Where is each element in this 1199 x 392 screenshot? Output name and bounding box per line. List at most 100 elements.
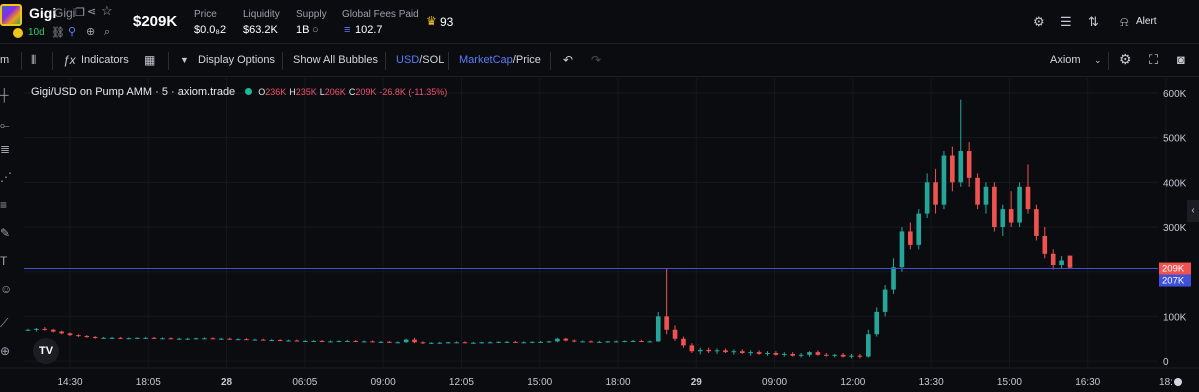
show-all-bubbles-button[interactable]: Show All Bubbles [293, 54, 378, 66]
currency-toggle[interactable]: USD/SOL [396, 54, 444, 66]
candle-body [353, 340, 359, 342]
candle-body [286, 340, 291, 342]
holders-count: 93 [440, 15, 454, 29]
candle-body [899, 231, 905, 268]
candle-body [185, 338, 190, 340]
horizontal-lines-icon[interactable]: ≣ [0, 142, 14, 156]
undo-icon[interactable]: ↶ [563, 53, 573, 67]
price-value: $0.0₈2 [194, 24, 227, 36]
emoji-icon[interactable]: ☺ [0, 282, 14, 296]
candle-body [1000, 209, 1006, 227]
candle-body [874, 311, 880, 335]
share-icon[interactable]: ⋖ [87, 6, 96, 18]
zoom-icon[interactable]: ⊕ [0, 344, 14, 358]
crosshair-icon[interactable]: ┼ [0, 88, 14, 102]
candle-body [681, 338, 686, 346]
price-line-label: 207K [1162, 276, 1185, 287]
chart-canvas[interactable]: 600K500K400K300K200K100K014:3018:052806:… [0, 78, 1199, 392]
candle-body [403, 339, 409, 343]
timeframe-button[interactable]: m [0, 54, 9, 66]
candle-body [361, 341, 367, 343]
y-tick-label: 500K [1163, 134, 1187, 145]
caret-down-icon[interactable]: ▼ [180, 55, 189, 65]
marketcap-option[interactable]: MarketCap [459, 54, 513, 66]
redo-icon[interactable]: ↷ [591, 53, 601, 67]
candle-body [1050, 253, 1056, 265]
brush-icon[interactable]: ✎ [0, 226, 14, 240]
tradingview-logo[interactable]: TV [33, 338, 59, 364]
candle-body [807, 352, 812, 355]
globe-icon[interactable]: ⊕ [86, 26, 95, 38]
sol-option[interactable]: SOL [422, 54, 444, 66]
chevron-down-icon[interactable]: ⌄ [1094, 55, 1102, 66]
indicators-button[interactable]: Indicators [81, 54, 129, 66]
candle-body [210, 338, 216, 340]
bell-icon[interactable]: ⍾ [1120, 14, 1129, 30]
pattern-icon[interactable]: ⋰ [0, 170, 14, 184]
candle-body [151, 337, 157, 339]
candle-body [454, 342, 459, 344]
star-icon[interactable]: ☆ [101, 4, 113, 17]
candle-body [412, 339, 417, 343]
indicators-icon[interactable]: ƒx [63, 53, 76, 67]
candle-body [319, 340, 325, 342]
candle-body [613, 341, 619, 343]
candle-body [370, 341, 375, 343]
usd-option[interactable]: USD [396, 54, 419, 66]
candle-body [462, 342, 468, 344]
camera-icon[interactable]: ◙ [1177, 52, 1185, 67]
pump-badge-icon [12, 27, 24, 39]
ruler-icon[interactable]: ⟋ [0, 316, 14, 331]
token-name: Gigi [29, 5, 57, 21]
candle-body [639, 340, 644, 342]
x-tick-label: 28 [221, 377, 233, 388]
toolbar-divider [448, 52, 449, 70]
refresh-icon[interactable]: ○ [312, 24, 319, 36]
candle-body [689, 345, 695, 352]
high-label: H [289, 87, 296, 97]
list-icon[interactable]: ☰ [1060, 14, 1072, 30]
candle-type-icon[interactable]: ⦀ [31, 53, 36, 68]
candle-body [597, 341, 602, 343]
candle-body [260, 339, 266, 341]
price-chart[interactable]: 600K500K400K300K200K100K014:3018:052806:… [0, 78, 1199, 392]
metric-toggle[interactable]: MarketCap/Price [459, 54, 541, 66]
y-tick-label: 300K [1163, 223, 1187, 234]
candle-body [76, 335, 81, 337]
trendline-icon[interactable]: ⟜ [0, 118, 14, 133]
text-tool-icon[interactable]: T [0, 254, 14, 268]
token-avatar[interactable] [0, 4, 22, 26]
axis-settings-icon[interactable] [1174, 378, 1182, 386]
fullscreen-icon[interactable]: ⛶ [1149, 52, 1158, 68]
candle-body [269, 340, 275, 342]
candle-body [1034, 209, 1039, 236]
link-icon[interactable]: ⛓ [51, 27, 65, 39]
chart-settings-icon[interactable]: ⚙ [1119, 51, 1132, 68]
sort-icon[interactable]: ⇅ [1088, 14, 1099, 30]
source-select[interactable]: Axiom [1050, 54, 1081, 66]
candle-body [101, 337, 106, 339]
candle-body [1042, 235, 1048, 254]
user-icon[interactable]: ⚲ [68, 26, 76, 38]
candle-body [328, 341, 333, 343]
collapse-panel-icon[interactable]: ‹ [1187, 200, 1199, 222]
candle-body [538, 341, 543, 343]
x-tick-label: 06:05 [292, 377, 317, 388]
candle-body [218, 338, 224, 340]
fib-icon[interactable]: ≡ [0, 198, 14, 212]
price-option[interactable]: Price [516, 54, 541, 66]
layout-icon[interactable]: ▦ [144, 53, 155, 67]
candle-body [277, 340, 283, 342]
candle-body [706, 349, 711, 352]
candle-body [849, 355, 854, 357]
search-icon[interactable]: ⌕ [104, 26, 110, 38]
settings-icon[interactable]: ⚙ [1033, 14, 1045, 30]
candle-body [1025, 186, 1031, 210]
display-options-button[interactable]: Display Options [198, 54, 275, 66]
global-fees-value: 102.7 [355, 24, 383, 36]
candle-body [1067, 255, 1073, 268]
copy-icon[interactable]: ❐ [75, 7, 85, 19]
candle-body [664, 316, 669, 330]
liquidity-label: Liquidity [243, 9, 280, 20]
alert-button[interactable]: Alert [1136, 16, 1157, 27]
